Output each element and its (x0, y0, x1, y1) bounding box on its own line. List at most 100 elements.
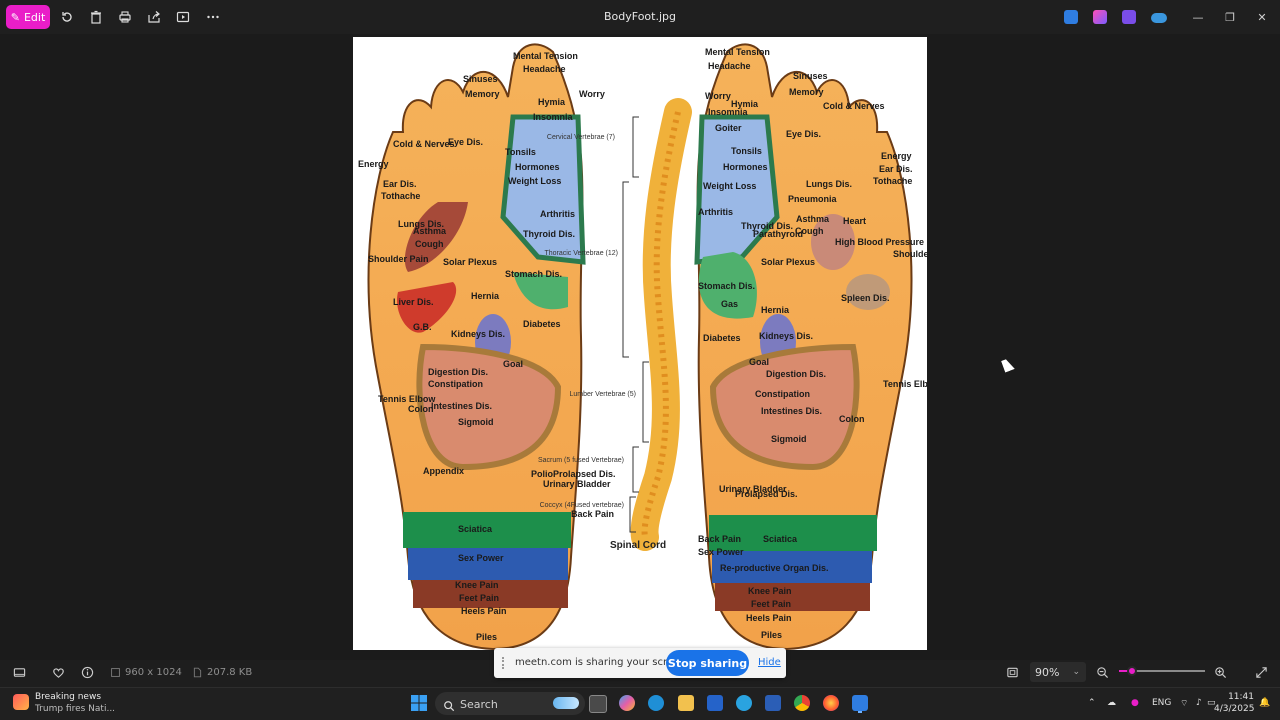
telegram-icon[interactable] (736, 695, 752, 711)
rotate-icon[interactable] (59, 9, 75, 25)
zoom-dropdown[interactable]: 90% ⌄ (1030, 662, 1086, 682)
lumbar-label: Lumber Vertebrae (5) (569, 391, 636, 398)
firefox-icon[interactable] (823, 695, 839, 711)
right-foot-label: Energy (881, 151, 912, 161)
edit-button[interactable]: ✎ Edit (6, 5, 50, 29)
left-foot-label: G.B. (413, 322, 432, 332)
right-foot-label: Pneumonia (788, 194, 838, 204)
print-icon[interactable] (117, 9, 133, 25)
left-foot-label: Sinuses (463, 74, 498, 84)
onedrive-icon[interactable] (1151, 13, 1167, 23)
file-size-icon (190, 665, 204, 679)
hide-link[interactable]: Hide (758, 657, 781, 668)
task-view-icon[interactable] (589, 695, 607, 713)
photos-app-icon[interactable] (1064, 10, 1078, 24)
edit-label: Edit (23, 10, 46, 24)
info-icon[interactable] (80, 665, 94, 679)
word-icon[interactable] (765, 695, 781, 711)
news-widget-icon[interactable] (13, 694, 29, 710)
right-foot-label: Feet Pain (751, 599, 791, 609)
news-title[interactable]: Breaking news (35, 692, 101, 702)
clock-date[interactable]: 4/3/2025 (1214, 704, 1254, 714)
right-foot-label: Knee Pain (748, 586, 792, 596)
start-icon[interactable] (411, 695, 427, 711)
more-icon[interactable] (205, 9, 221, 25)
left-foot-label: Polio (531, 469, 554, 479)
left-foot-label: Asthma (413, 226, 447, 236)
right-foot-label: Heart (843, 216, 866, 226)
clock-time[interactable]: 11:41 (1224, 692, 1254, 702)
photos-taskbar-icon[interactable] (852, 695, 868, 711)
right-foot-label: Goal (749, 357, 769, 367)
notifications-icon[interactable]: 🔔 (1259, 698, 1270, 708)
filmstrip-icon[interactable] (12, 665, 26, 679)
right-foot-label: Diabetes (703, 333, 741, 343)
right-foot-label: Sciatica (763, 534, 798, 544)
minimize-button[interactable]: — (1188, 8, 1208, 26)
zoom-out-icon[interactable] (1095, 665, 1109, 679)
drag-handle-icon[interactable] (502, 657, 508, 669)
news-headline[interactable]: Trump fires Nati... (35, 704, 115, 714)
right-foot-label: Headache (708, 61, 751, 71)
left-foot-label: Headache (523, 64, 566, 74)
slideshow-icon[interactable] (175, 9, 191, 25)
right-foot-label: Shoulder Pain (893, 249, 927, 259)
left-foot-label: Feet Pain (459, 593, 499, 603)
right-foot-label: Sigmoid (771, 434, 807, 444)
designer-app-icon[interactable] (1093, 10, 1107, 24)
right-foot-label: High Blood Pressure (835, 237, 924, 247)
right-foot-label: Tonsils (731, 146, 762, 156)
right-foot-label: Insomnia (708, 107, 749, 117)
file-explorer-icon[interactable] (678, 695, 694, 711)
left-foot-label: Sciatica (458, 524, 493, 534)
left-foot-label: Intestines Dis. (431, 401, 492, 411)
maximize-button[interactable]: ❐ (1220, 8, 1240, 26)
left-foot-label: Solar Plexus (443, 257, 497, 267)
left-foot-label: Piles (476, 632, 497, 642)
left-foot-label: Energy (358, 159, 389, 169)
left-foot-label: Goal (503, 359, 523, 369)
search-placeholder: Search (460, 698, 498, 711)
share-icon[interactable] (146, 9, 162, 25)
copilot-icon[interactable] (619, 695, 635, 711)
fullscreen-icon[interactable] (1254, 665, 1268, 679)
chrome-icon[interactable] (794, 695, 810, 711)
left-foot-label: Kidneys Dis. (451, 329, 505, 339)
language-indicator[interactable]: ENG (1152, 698, 1171, 708)
search-highlight-icon[interactable] (553, 697, 579, 709)
right-foot-label: Back Pain (698, 534, 741, 544)
left-foot-label: Memory (465, 89, 500, 99)
right-foot-label: Asthma (796, 214, 830, 224)
right-foot-label: Arthritis (698, 207, 733, 217)
delete-icon[interactable] (88, 9, 104, 25)
stop-sharing-button[interactable]: Stop sharing (666, 650, 749, 676)
zoom-in-icon[interactable] (1213, 665, 1227, 679)
screen-share-banner: meetn.com is sharing your screen. Stop s… (494, 648, 786, 678)
microphone-icon[interactable]: ● (1131, 698, 1139, 708)
left-foot-label: Appendix (423, 466, 464, 476)
zoom-value: 90% (1035, 665, 1060, 679)
left-foot-label: Insomnia (533, 112, 574, 122)
volume-icon[interactable]: ♪ (1196, 698, 1202, 708)
cloud-icon[interactable]: ☁ (1107, 698, 1116, 708)
right-foot-label: Spleen Dis. (841, 293, 890, 303)
right-foot-label: Piles (761, 630, 782, 640)
right-foot-label: Hormones (723, 162, 768, 172)
right-foot-label: Colon (839, 414, 865, 424)
left-foot-label: Constipation (428, 379, 483, 389)
zoom-slider-thumb[interactable] (1127, 666, 1137, 676)
favorite-icon[interactable] (51, 665, 65, 679)
edge-icon[interactable] (648, 695, 664, 711)
fit-to-window-icon[interactable] (1005, 665, 1019, 679)
image-dimensions: 960 x 1024 (125, 667, 182, 678)
show-hidden-icons[interactable]: ⌃ (1088, 698, 1096, 708)
clipchamp-app-icon[interactable] (1122, 10, 1136, 24)
left-foot-label: Back Pain (571, 509, 614, 519)
close-button[interactable]: ✕ (1252, 8, 1272, 26)
wifi-icon[interactable]: ⌔ (1180, 698, 1188, 709)
right-foot-label: Constipation (755, 389, 810, 399)
chevron-down-icon: ⌄ (1072, 667, 1080, 677)
store-icon[interactable] (707, 695, 723, 711)
left-foot-label: Cough (415, 239, 444, 249)
right-foot-label: Tennis Elbow (883, 379, 927, 389)
